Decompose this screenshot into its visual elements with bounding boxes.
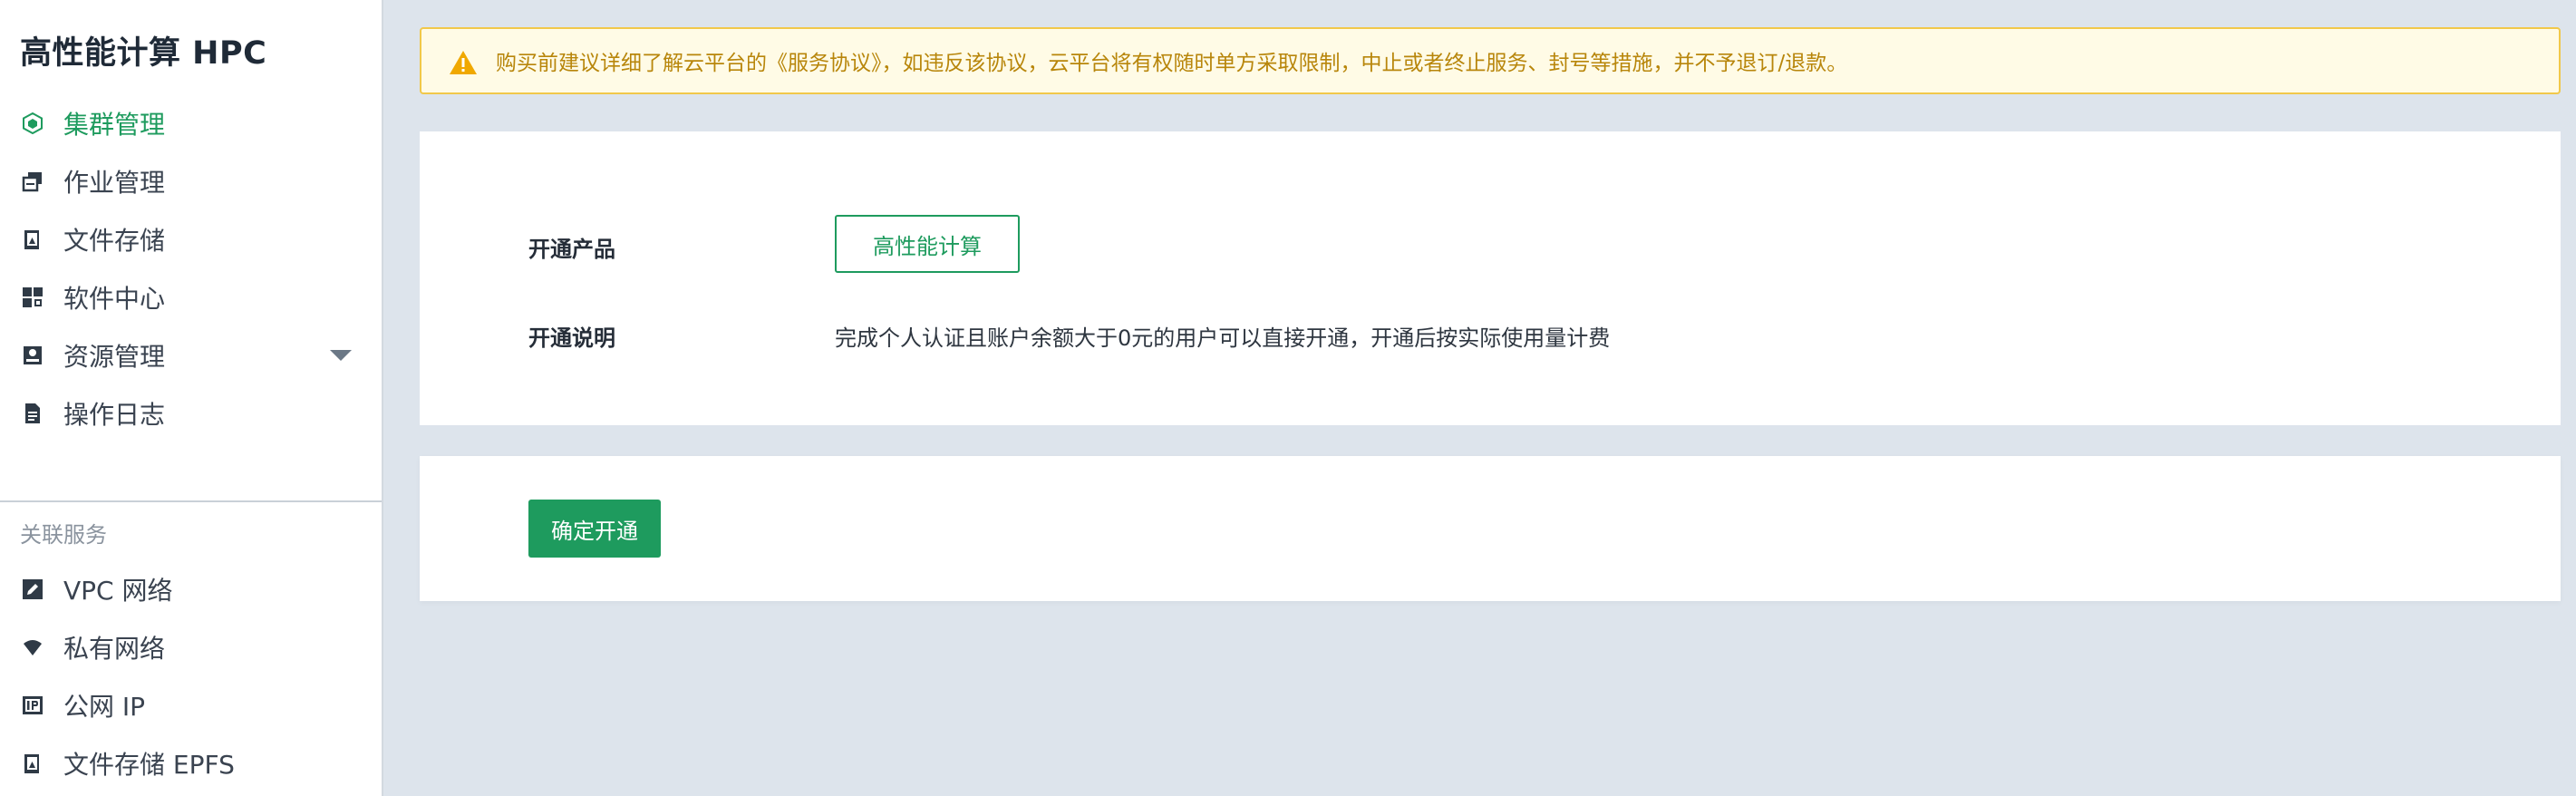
main-content: 购买前建议详细了解云平台的《服务协议》，如违反该协议，云平台将有权随时单方采取限… — [383, 0, 2576, 796]
warning-notice: 购买前建议详细了解云平台的《服务协议》，如违反该协议，云平台将有权随时单方采取限… — [420, 27, 2561, 94]
product-label: 开通产品 — [528, 237, 615, 262]
sidebar-title: 高性能计算 HPC — [20, 35, 267, 72]
action-card: 确定开通 — [420, 456, 2561, 601]
sidebar-item-label: 文件存储 EPFS — [63, 750, 235, 780]
sidebar-item-label: 软件中心 — [63, 284, 166, 314]
ip-icon — [23, 696, 43, 714]
sidebar-item-label: 操作日志 — [63, 400, 166, 430]
description-text: 完成个人认证且账户余额大于0元的用户可以直接开通，开通后按实际使用量计费 — [835, 325, 1611, 351]
resource-icon — [24, 346, 42, 364]
sidebar-item-file-storage-epfs[interactable]: 文件存储 EPFS — [0, 738, 382, 789]
product-option-button[interactable]: 高性能计算 — [835, 215, 1020, 273]
wifi-icon — [24, 640, 42, 655]
sidebar-item-cluster-management[interactable]: 集群管理 — [0, 98, 382, 149]
sidebar-item-label: 集群管理 — [63, 110, 166, 140]
warning-icon — [450, 51, 477, 74]
description-label: 开通说明 — [528, 325, 615, 351]
sidebar: 高性能计算 HPC 集群管理 作业管理 文件存储 软件中心 资源管理 操作日志 … — [0, 0, 383, 796]
document-icon — [25, 403, 40, 423]
file-storage-icon — [24, 230, 39, 249]
notice-text: 购买前建议详细了解云平台的《服务协议》，如违反该协议，云平台将有权随时单方采取限… — [496, 52, 1848, 75]
activation-form-card: 开通产品 高性能计算 开通说明 完成个人认证且账户余额大于0元的用户可以直接开通… — [420, 131, 2561, 425]
chevron-down-icon[interactable] — [330, 350, 352, 361]
sidebar-item-public-ip[interactable]: 公网 IP — [0, 680, 382, 731]
sidebar-item-resource-management[interactable]: 资源管理 — [0, 330, 382, 381]
sidebar-item-file-storage[interactable]: 文件存储 — [0, 214, 382, 265]
sidebar-item-label: 作业管理 — [63, 168, 166, 198]
edit-icon — [23, 579, 43, 599]
app-root: 高性能计算 HPC 集群管理 作业管理 文件存储 软件中心 资源管理 操作日志 … — [0, 0, 2576, 796]
grid-icon — [23, 287, 43, 307]
related-services-label: 关联服务 — [20, 522, 107, 548]
sidebar-divider — [0, 500, 382, 502]
sidebar-item-label: 公网 IP — [63, 692, 146, 722]
sidebar-item-label: 私有网络 — [63, 634, 166, 664]
sidebar-item-label: VPC 网络 — [63, 576, 173, 606]
confirm-activate-button[interactable]: 确定开通 — [528, 500, 661, 558]
sidebar-item-operation-log[interactable]: 操作日志 — [0, 388, 382, 439]
sidebar-item-software-center[interactable]: 软件中心 — [0, 272, 382, 323]
sidebar-item-job-management[interactable]: 作业管理 — [0, 156, 382, 207]
job-icon — [22, 172, 42, 192]
file-storage-icon — [24, 754, 39, 773]
sidebar-item-vpc-network[interactable]: VPC 网络 — [0, 564, 382, 615]
sidebar-item-private-network[interactable]: 私有网络 — [0, 622, 382, 673]
cluster-icon — [23, 112, 43, 134]
sidebar-item-label: 资源管理 — [63, 342, 166, 372]
sidebar-item-label: 文件存储 — [63, 226, 166, 256]
